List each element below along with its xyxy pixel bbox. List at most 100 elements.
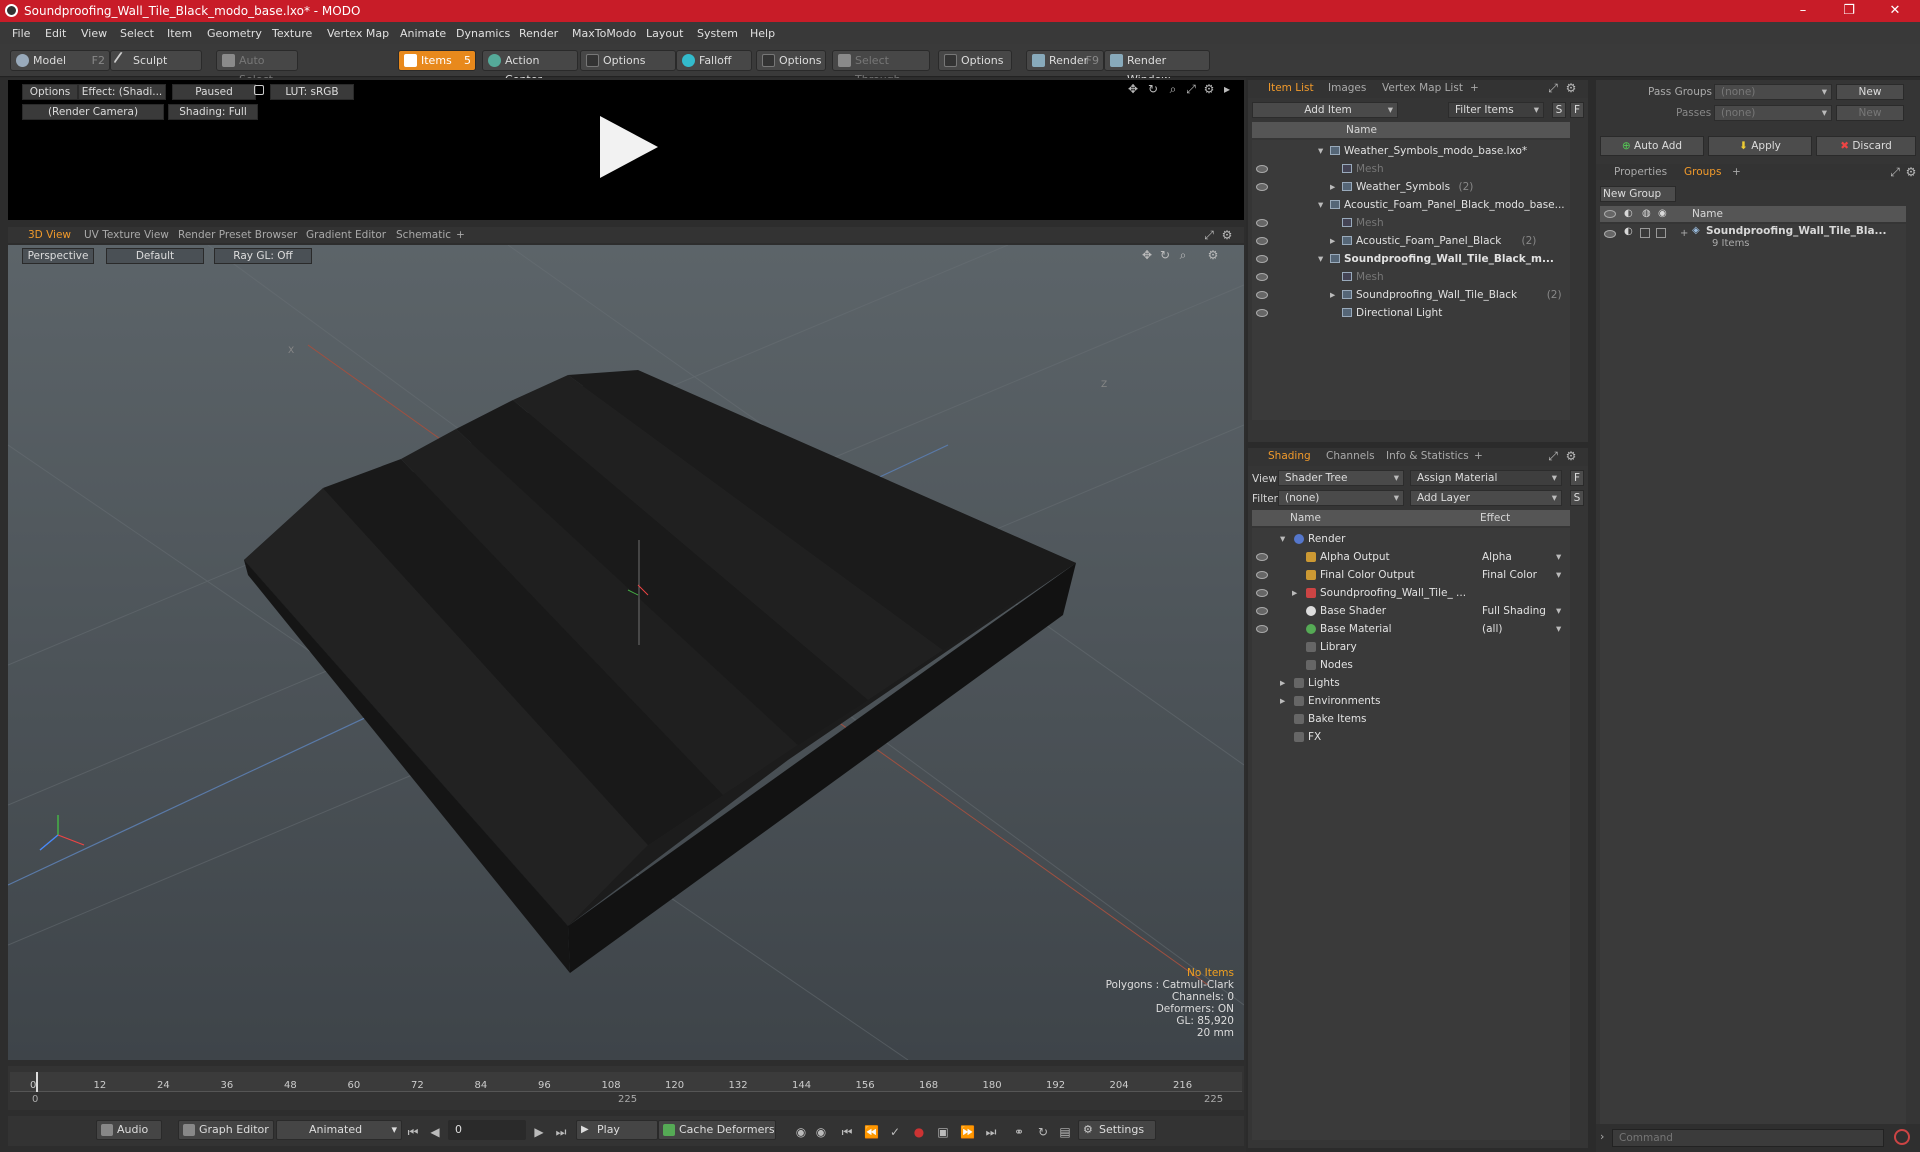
tab-groups[interactable]: Groups (1684, 166, 1721, 178)
f-button[interactable]: F (1570, 470, 1584, 486)
eye-icon[interactable] (1256, 237, 1268, 245)
pass-groups-dropdown[interactable]: (none) (1714, 84, 1832, 100)
keyframe-tool-icon-2[interactable]: ◉ (814, 1125, 828, 1139)
shader-row[interactable]: Nodes (1252, 656, 1570, 674)
record-macro-icon[interactable] (1894, 1129, 1910, 1145)
maximize-button[interactable]: ❐ (1826, 0, 1872, 22)
shader-row[interactable]: Library (1252, 638, 1570, 656)
lut-dropdown[interactable]: LUT: sRGB (270, 84, 354, 100)
filter-items-input[interactable]: Filter Items (1448, 102, 1544, 118)
tab-shading[interactable]: Shading (1268, 450, 1311, 462)
expand-icon[interactable]: + (1680, 228, 1688, 239)
new-pass-group-button[interactable]: New (1836, 84, 1904, 100)
tab-vertex-map-list[interactable]: Vertex Map List (1382, 82, 1463, 94)
f-button[interactable]: F (1570, 102, 1584, 118)
item-row[interactable]: ▸ Weather_Symbols (2) (1252, 178, 1570, 196)
effect-dropdown[interactable]: Effect: (Shadi... (78, 84, 166, 100)
settings-button[interactable]: ⚙ Settings (1078, 1120, 1156, 1140)
item-row[interactable]: ▾ Acoustic_Foam_Panel_Black_modo_base... (1252, 196, 1570, 214)
tab-item-list[interactable]: Item List (1268, 82, 1314, 94)
render-camera-dropdown[interactable]: (Render Camera) (22, 104, 164, 120)
s-button[interactable]: S (1552, 102, 1566, 118)
item-row[interactable]: Directional Light (1252, 304, 1570, 322)
shading-dropdown[interactable]: Shading: Full (168, 104, 258, 120)
3d-viewport[interactable]: X Z Perspective Default Ray GL: Off ✥ ↻ … (8, 245, 1244, 1060)
arrow-right-icon[interactable]: ▸ (1220, 82, 1234, 96)
maximize-panel-icon[interactable]: ⤢ (1546, 449, 1560, 463)
gear-icon[interactable]: ⚙ (1202, 82, 1216, 96)
chevron-right-icon[interactable]: ▸ (1330, 286, 1335, 304)
tab-add[interactable]: + (456, 229, 465, 241)
command-input[interactable] (1612, 1129, 1884, 1147)
new-group-button[interactable]: New Group (1600, 186, 1676, 202)
eye-icon[interactable] (1256, 553, 1268, 561)
add-item-dropdown[interactable]: Add Item (1252, 102, 1398, 118)
apply-button[interactable]: ⬇ Apply (1708, 136, 1812, 156)
item-row[interactable]: ▸ Acoustic_Foam_Panel_Black (2) (1252, 232, 1570, 250)
jump-next-icon[interactable]: ⏩ (960, 1125, 975, 1139)
effect-value[interactable]: (all) (1482, 620, 1502, 638)
menu-edit[interactable]: Edit (45, 27, 66, 40)
tab-gradient-editor[interactable]: Gradient Editor (306, 229, 386, 241)
move-view-icon[interactable]: ✥ (1126, 82, 1140, 96)
new-pass-button[interactable]: New (1836, 105, 1904, 121)
menu-vertex-map[interactable]: Vertex Map (327, 27, 389, 40)
preview-options-button[interactable]: Options (22, 84, 78, 100)
paused-button[interactable]: Paused (172, 84, 256, 100)
view-dropdown[interactable]: Shader Tree (1278, 470, 1404, 486)
graph-editor-button[interactable]: Graph Editor (178, 1120, 274, 1140)
shader-row[interactable]: Alpha Output Alpha ▾ (1252, 548, 1570, 566)
record-icon[interactable]: ● (912, 1125, 926, 1139)
chevron-right-icon[interactable]: ▸ (1330, 232, 1335, 250)
zoom-icon[interactable]: ⌕ (1176, 248, 1190, 262)
s-button[interactable]: S (1570, 490, 1584, 506)
shader-row[interactable]: ▾ Render (1252, 530, 1570, 548)
options-button-3[interactable]: Options (938, 50, 1012, 71)
tab-schematic[interactable]: Schematic (396, 229, 451, 241)
add-layer-dropdown[interactable]: Add Layer (1410, 490, 1562, 506)
tab-images[interactable]: Images (1328, 82, 1366, 94)
first-frame-icon[interactable]: ⏮ (406, 1125, 420, 1139)
menu-render[interactable]: Render (519, 27, 558, 40)
chevron-down-icon[interactable]: ▾ (1556, 548, 1561, 566)
tab-channels[interactable]: Channels (1326, 450, 1375, 462)
auto-key-icon[interactable]: ▣ (936, 1125, 950, 1139)
assign-material-button[interactable]: Assign Material (1410, 470, 1562, 486)
shader-row[interactable]: Final Color Output Final Color ▾ (1252, 566, 1570, 584)
key-icon[interactable]: ✓ (888, 1125, 902, 1139)
eye-icon[interactable] (1256, 291, 1268, 299)
jump-end-icon[interactable]: ⏭ (984, 1125, 998, 1139)
menu-geometry[interactable]: Geometry (207, 27, 262, 40)
shader-row[interactable]: Base Shader Full Shading ▾ (1252, 602, 1570, 620)
discard-button[interactable]: ✖ Discard (1816, 136, 1916, 156)
chevron-right-icon[interactable]: ▸ (1292, 584, 1297, 602)
chevron-down-icon[interactable]: ▾ (1556, 620, 1561, 638)
menu-system[interactable]: System (697, 27, 738, 40)
eye-icon[interactable] (1256, 273, 1268, 281)
gear-icon[interactable]: ⚙ (1564, 81, 1578, 95)
chevron-down-icon[interactable]: ▾ (1556, 566, 1561, 584)
shader-row[interactable]: Base Material (all) ▾ (1252, 620, 1570, 638)
chevron-down-icon[interactable]: ▾ (1318, 142, 1323, 160)
perspective-dropdown[interactable]: Perspective (22, 248, 94, 264)
shader-row[interactable]: FX (1252, 728, 1570, 746)
tab-add[interactable]: + (1470, 82, 1479, 94)
chevron-right-icon[interactable]: ▸ (1280, 674, 1285, 692)
shader-row[interactable]: Bake Items (1252, 710, 1570, 728)
tab-uv-texture-view[interactable]: UV Texture View (84, 229, 169, 241)
chevron-down-icon[interactable]: ▾ (1280, 530, 1285, 548)
item-row[interactable]: Mesh (1252, 268, 1570, 286)
menu-view[interactable]: View (81, 27, 107, 40)
menu-maxtomodo[interactable]: MaxToModo (572, 27, 636, 40)
play-button[interactable]: ▶ Play (576, 1120, 658, 1140)
chevron-right-icon[interactable]: ▸ (1330, 178, 1335, 196)
effect-value[interactable]: Final Color (1482, 566, 1537, 584)
eye-icon[interactable] (1256, 589, 1268, 597)
frame-input[interactable]: 0 (448, 1120, 526, 1140)
close-button[interactable]: ✕ (1872, 0, 1918, 22)
eye-icon[interactable] (1256, 219, 1268, 227)
jump-prev-icon[interactable]: ⏪ (864, 1125, 879, 1139)
eye-icon[interactable] (1256, 571, 1268, 579)
lock-icon[interactable] (254, 85, 264, 95)
jump-start-icon[interactable]: ⏮ (840, 1125, 854, 1139)
